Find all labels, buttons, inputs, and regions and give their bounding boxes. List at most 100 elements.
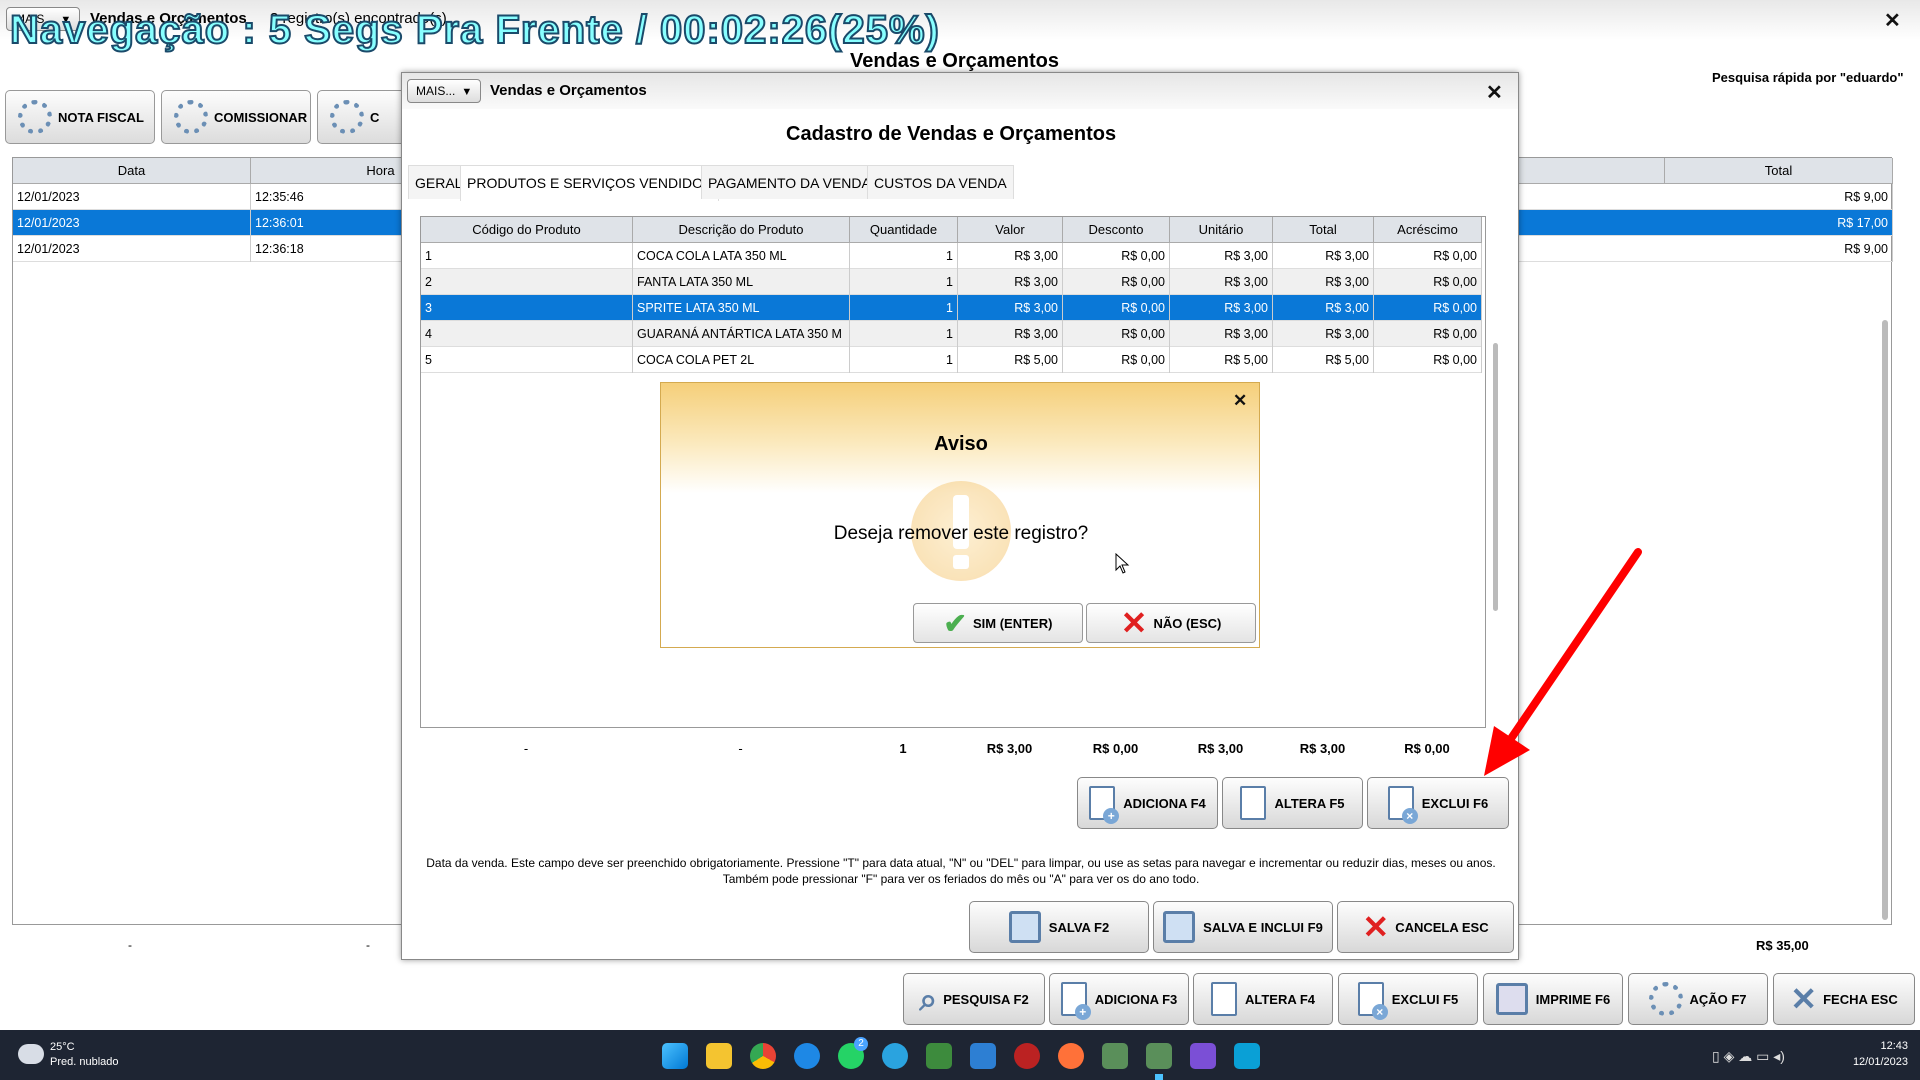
erp-app-active-icon[interactable] [1146,1043,1172,1069]
cell-total: R$ 5,00 [1273,347,1374,373]
table-row-selected[interactable]: 3 SPRITE LATA 350 ML 1 R$ 3,00 R$ 0,00 R$ 3,0… [421,295,1482,321]
sim-button[interactable]: ✔ SIM (ENTER) [913,603,1083,643]
cell-unitario: R$ 5,00 [1170,347,1273,373]
salva-inclui-label: SALVA E INCLUI F9 [1203,919,1323,935]
floppy-disk-icon [1163,911,1196,943]
col-header-total[interactable]: Total [1665,158,1893,184]
video-app-icon[interactable] [1190,1043,1216,1069]
aviso-close-icon[interactable]: ✕ [1233,391,1247,411]
exclui-item-label: EXCLUI F6 [1421,795,1489,811]
col-header-quantidade[interactable]: Quantidade [850,217,958,243]
file-explorer-icon[interactable] [706,1043,732,1069]
aviso-title: Aviso [934,433,988,455]
dialog-heading: Cadastro de Vendas e Orçamentos [786,123,1117,145]
cell-unitario: R$ 3,00 [1170,295,1273,321]
footer-total: R$ 3,00 [1299,741,1346,756]
table-row[interactable]: 2 FANTA LATA 350 ML 1 R$ 3,00 R$ 0,00 R$ 3,00… [421,269,1482,295]
nao-button[interactable]: ✕ NÃO (ESC) [1086,603,1256,643]
dialog-mais-button[interactable]: MAIS... ▼ [407,79,482,103]
chrome-icon[interactable] [750,1043,776,1069]
app-icon[interactable] [970,1043,996,1069]
windows-start-icon[interactable] [662,1043,688,1069]
clock-time[interactable]: 12:43 [1858,1040,1908,1052]
cell-total: R$ 3,00 [1273,321,1374,347]
comissionar-button[interactable]: COMISSIONAR [161,90,311,144]
footer-descricao: - [738,741,743,756]
gear-icon [1649,982,1684,1016]
main-close-icon[interactable]: ✕ [1884,8,1901,33]
pesquisa-label: PESQUISA F2 [943,991,1029,1007]
footer-hora: - [366,938,370,952]
floppy-disk-icon [1008,911,1041,943]
gear-icon [174,100,208,134]
whatsapp-badge: 2 [854,1037,868,1051]
footer-total: R$ 35,00 [1756,938,1809,953]
footer-valor: R$ 3,00 [986,741,1033,756]
main-scrollbar[interactable] [1882,320,1888,920]
cancela-button[interactable]: ✕ CANCELA ESC [1337,901,1514,953]
whatsapp-icon[interactable]: 2 [838,1037,868,1069]
fecha-button[interactable]: ✕ FECHA ESC [1773,973,1915,1025]
adiciona-item-button[interactable]: + ADICIONA F4 [1077,777,1218,829]
imprime-button[interactable]: IMPRIME F6 [1483,973,1623,1025]
table-row[interactable]: 1 COCA COLA LATA 350 ML 1 R$ 3,00 R$ 0,00 R$ … [421,243,1482,269]
cell-acrescimo: R$ 0,00 [1374,243,1482,269]
tab-custos[interactable]: CUSTOS DA VENDA [867,165,1014,199]
taskbar: 25°C Pred. nublado 2 ▯ ◈ ☁ ▭ ◂) 12:43 12… [0,1030,1920,1080]
adiciona-button[interactable]: + ADICIONA F3 [1049,973,1189,1025]
clock-date[interactable]: 12/01/2023 [1838,1056,1908,1068]
cell-acrescimo: R$ 0,00 [1374,321,1482,347]
spreadsheet-icon[interactable] [926,1043,952,1069]
col-header-valor[interactable]: Valor [958,217,1063,243]
salva-button[interactable]: SALVA F2 [969,901,1149,953]
altera-button[interactable]: ALTERA F4 [1193,973,1333,1025]
weather-desc[interactable]: Pred. nublado [50,1056,119,1068]
cell-desconto: R$ 0,00 [1063,243,1170,269]
table-row[interactable]: 4 GUARANÁ ANTÁRTICA LATA 350 M 1 R$ 3,00 R$ … [421,321,1482,347]
checkmark-icon: ✔ [943,607,967,639]
fecha-label: FECHA ESC [1823,991,1898,1007]
close-icon: ✕ [1790,981,1818,1017]
edge-icon[interactable] [794,1043,820,1069]
cell-codigo: 5 [421,347,633,373]
cell-quantidade: 1 [850,295,958,321]
col-header-unitario[interactable]: Unitário [1170,217,1273,243]
footer-acrescimo: R$ 0,00 [1404,741,1450,756]
tray-icons[interactable]: ▯ ◈ ☁ ▭ ◂) [1712,1048,1785,1065]
acao-button[interactable]: AÇÃO F7 [1628,973,1768,1025]
edit-document-icon [1240,786,1267,820]
table-row[interactable]: 5 COCA COLA PET 2L 1 R$ 5,00 R$ 0,00 R$ 5,00 R… [421,347,1482,373]
exclui-button[interactable]: × EXCLUI F5 [1338,973,1478,1025]
col-header-desconto[interactable]: Desconto [1063,217,1170,243]
cell-descricao: SPRITE LATA 350 ML [633,295,850,321]
cell-total: R$ 3,00 [1273,243,1374,269]
col-header-total[interactable]: Total [1273,217,1374,243]
firefox-icon[interactable] [1058,1043,1084,1069]
app-icon[interactable] [1014,1043,1040,1069]
col-header-codigo[interactable]: Código do Produto [421,217,633,243]
col-header-descricao[interactable]: Descrição do Produto [633,217,850,243]
altera-item-button[interactable]: ALTERA F5 [1222,777,1363,829]
cell-quantidade: 1 [850,269,958,295]
salva-inclui-button[interactable]: SALVA E INCLUI F9 [1153,901,1333,953]
col-header-data[interactable]: Data [13,158,251,184]
toolbar-partial-button[interactable]: C [317,90,407,144]
window-app-icon[interactable] [1234,1043,1260,1069]
col-header-acrescimo[interactable]: Acréscimo [1374,217,1482,243]
pesquisa-button[interactable]: ⌕ PESQUISA F2 [903,973,1045,1025]
dialog-titlebar: MAIS... ▼ Vendas e Orçamentos ✕ [402,73,1518,109]
cell-descricao: COCA COLA LATA 350 ML [633,243,850,269]
tab-pagamento[interactable]: PAGAMENTO DA VENDA [701,165,878,199]
cell-codigo: 2 [421,269,633,295]
footer-quantidade: 1 [899,741,907,756]
erp-app-icon[interactable] [1102,1043,1128,1069]
telegram-icon[interactable] [882,1043,908,1069]
nota-fiscal-button[interactable]: NOTA FISCAL [5,90,155,144]
cloud-icon [18,1044,44,1064]
exclui-item-button[interactable]: × EXCLUI F6 [1367,777,1509,829]
tab-produtos[interactable]: PRODUTOS E SERVIÇOS VENDIDOS [460,165,720,201]
acao-label: AÇÃO F7 [1689,991,1747,1007]
red-x-icon: ✕ [1362,909,1390,945]
dialog-close-icon[interactable]: ✕ [1486,80,1503,105]
cell-total: R$ 9,00 [1665,184,1893,210]
